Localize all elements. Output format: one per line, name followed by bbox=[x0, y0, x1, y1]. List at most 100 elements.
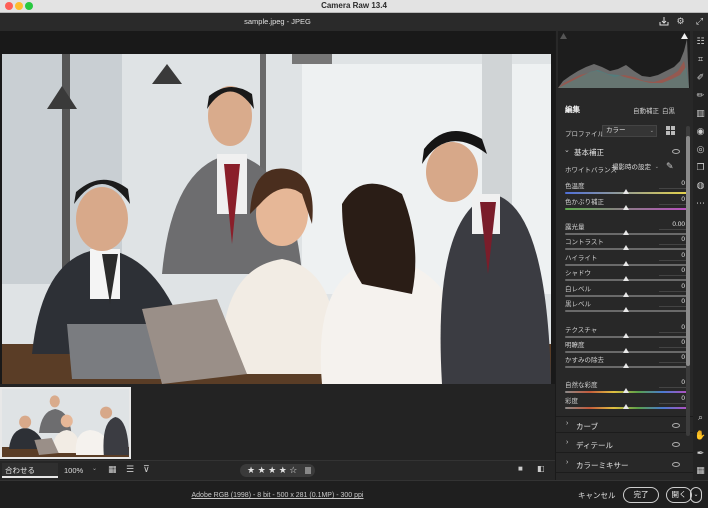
eye-icon[interactable] bbox=[672, 423, 680, 428]
white-balance-label: ホワイトバランス bbox=[565, 167, 617, 174]
slider-label: 露光量 bbox=[565, 224, 585, 231]
workflow-options-link[interactable]: Adobe RGB (1998) - 8 bit - 500 x 281 (0.… bbox=[0, 492, 555, 499]
edit-icon[interactable]: ☷ bbox=[694, 35, 707, 48]
profile-select[interactable]: カラー ⌄ bbox=[602, 125, 657, 137]
slider-dehaze[interactable]: かすみの除去 0 bbox=[565, 354, 687, 371]
single-view-icon[interactable]: ■ bbox=[518, 464, 523, 473]
document-header: sample.jpeg - JPEG ⚙ ⤢ bbox=[0, 13, 708, 31]
chevron-right-icon: › bbox=[566, 459, 569, 466]
slider-knob[interactable] bbox=[623, 189, 629, 194]
open-options-button[interactable]: ⌄ bbox=[690, 487, 702, 503]
slider-knob[interactable] bbox=[623, 245, 629, 250]
slider-value[interactable]: 0 bbox=[659, 282, 687, 292]
more-icon[interactable]: ⋯ bbox=[694, 197, 707, 210]
section-color-mixer[interactable]: › カラーミキサー bbox=[556, 456, 694, 473]
eye-icon[interactable] bbox=[672, 149, 680, 154]
slider-knob[interactable] bbox=[623, 404, 629, 409]
zoom-fit-button[interactable]: 合わせる (220%) bbox=[2, 463, 58, 490]
done-button[interactable]: 完了 bbox=[623, 487, 659, 503]
slider-value[interactable]: 0 bbox=[659, 179, 687, 189]
slider-value[interactable]: 0 bbox=[659, 235, 687, 245]
slider-blacks[interactable]: 黒レベル 0 bbox=[565, 298, 687, 315]
highlight-clipping-icon[interactable] bbox=[681, 32, 688, 39]
slider-knob[interactable] bbox=[623, 276, 629, 281]
filmstrip-thumbnail[interactable] bbox=[0, 387, 131, 459]
slider-knob[interactable] bbox=[623, 333, 629, 338]
sort-icon[interactable]: ☰ bbox=[126, 464, 134, 475]
profile-browser-icon[interactable] bbox=[666, 126, 675, 135]
slider-tint[interactable]: 色かぶり補正 0 bbox=[565, 196, 687, 213]
basic-section-title[interactable]: 基本補正 bbox=[574, 147, 604, 158]
save-icon[interactable] bbox=[658, 16, 669, 27]
profile-label: プロファイル bbox=[565, 131, 604, 138]
healing-icon[interactable]: ✐ bbox=[694, 71, 707, 84]
filmstrip-view-icon[interactable]: ▦ bbox=[108, 464, 117, 475]
panel-scrollbar[interactable] bbox=[686, 126, 690, 436]
chevron-right-icon: › bbox=[566, 439, 569, 446]
eye-icon[interactable] bbox=[672, 442, 680, 447]
grid-icon[interactable]: ▦ bbox=[694, 464, 707, 477]
auto-button[interactable]: 自動補正 bbox=[633, 105, 659, 115]
section-title[interactable]: ディテール bbox=[576, 440, 613, 451]
section-title[interactable]: カラーミキサー bbox=[576, 460, 629, 471]
slider-knob[interactable] bbox=[623, 261, 629, 266]
slider-knob[interactable] bbox=[623, 292, 629, 297]
slider-knob[interactable] bbox=[623, 388, 629, 393]
slider-value[interactable]: 0 bbox=[659, 297, 687, 307]
slider-value[interactable]: 0 bbox=[659, 251, 687, 261]
eye-icon[interactable] bbox=[672, 462, 680, 467]
zoom-icon[interactable]: ⌕ bbox=[694, 411, 707, 424]
image-canvas[interactable] bbox=[0, 31, 555, 394]
brush-icon[interactable]: ✏ bbox=[694, 89, 707, 102]
chevron-down-icon[interactable]: ⌄ bbox=[564, 146, 570, 154]
zoom-dropdown-icon[interactable]: ⌄ bbox=[92, 465, 97, 472]
slider-saturation[interactable]: 彩度 0 bbox=[565, 395, 687, 412]
snapshot-icon[interactable]: ◍ bbox=[694, 179, 707, 192]
slider-label: 色かぶり補正 bbox=[565, 199, 604, 206]
slider-knob[interactable] bbox=[623, 348, 629, 353]
slider-value[interactable]: 0 bbox=[659, 353, 687, 363]
slider-value[interactable]: 0 bbox=[659, 266, 687, 276]
slider-label: テクスチャ bbox=[565, 327, 598, 334]
slider-knob[interactable] bbox=[623, 363, 629, 368]
slider-value[interactable]: 0 bbox=[659, 195, 687, 205]
slider-value[interactable]: 0 bbox=[659, 338, 687, 348]
slider-label: 白レベル bbox=[565, 286, 591, 293]
gear-icon[interactable]: ⚙ bbox=[675, 16, 686, 27]
section-detail[interactable]: › ディテール bbox=[556, 436, 694, 453]
zoom-percent[interactable]: 100% bbox=[64, 466, 83, 475]
slider-value[interactable]: 0 bbox=[659, 394, 687, 404]
cancel-button[interactable]: キャンセル bbox=[578, 490, 616, 501]
black-white-button[interactable]: 白黒 bbox=[662, 105, 675, 115]
sampler-icon[interactable]: ✒ bbox=[694, 447, 707, 460]
profile-value: カラー bbox=[606, 127, 626, 134]
slider-knob[interactable] bbox=[623, 230, 629, 235]
presets-icon[interactable]: ❐ bbox=[694, 161, 707, 174]
shadow-clipping-icon[interactable] bbox=[560, 32, 567, 39]
photo-preview bbox=[2, 54, 551, 394]
redeye-icon[interactable]: ◎ bbox=[694, 143, 707, 156]
eyedropper-icon[interactable]: ✎ bbox=[666, 161, 674, 172]
slider-value[interactable]: 0 bbox=[659, 378, 687, 388]
before-after-icon[interactable]: ◧ bbox=[537, 464, 545, 473]
rating-stars[interactable]: ★ ★ ★ ★ ☆ bbox=[240, 464, 315, 477]
fullscreen-icon[interactable]: ⤢ bbox=[694, 16, 705, 27]
crop-icon[interactable]: ⌗ bbox=[694, 53, 707, 66]
star-rating-text[interactable]: ★ ★ ★ ★ ☆ bbox=[247, 465, 297, 476]
gradient-icon[interactable]: ▥ bbox=[694, 107, 707, 120]
hand-icon[interactable]: ✋ bbox=[694, 429, 707, 442]
panel-scrollbar-thumb[interactable] bbox=[686, 136, 690, 366]
section-curve[interactable]: › カーブ bbox=[556, 416, 694, 433]
slider-knob[interactable] bbox=[623, 205, 629, 210]
section-title[interactable]: カーブ bbox=[576, 421, 598, 432]
slider-label: 彩度 bbox=[565, 398, 578, 405]
filter-icon[interactable]: ⊽ bbox=[143, 464, 150, 475]
slider-label: かすみの除去 bbox=[565, 357, 604, 364]
white-balance-select[interactable]: 撮影時の設定 ⌄ bbox=[612, 162, 659, 173]
trash-icon[interactable] bbox=[305, 467, 311, 474]
slider-value[interactable]: 0 bbox=[659, 323, 687, 333]
slider-value[interactable]: 0.00 bbox=[659, 220, 687, 230]
slider-knob[interactable] bbox=[623, 307, 629, 312]
open-button[interactable]: 開く bbox=[666, 487, 692, 503]
radial-icon[interactable]: ◉ bbox=[694, 125, 707, 138]
